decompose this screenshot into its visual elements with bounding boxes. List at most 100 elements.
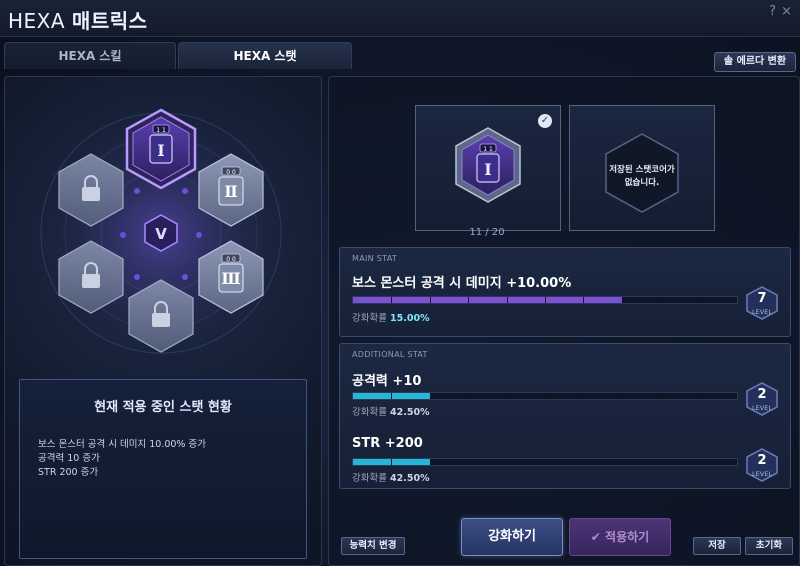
rate-value: 42.50% [390,407,430,418]
bar-segment-divider [545,459,546,465]
enhance-button[interactable]: 강화하기 [461,518,563,556]
current-stat-status-box: 현재 적용 중인 스탯 현황 보스 몬스터 공격 시 데미지 10.00% 증가… [19,379,307,559]
additional-stat-name: STR +200 [352,436,423,451]
main-stat-progress-bar [352,296,738,304]
sol-erda-convert-button[interactable]: 솔 에르다 변환 [714,52,796,72]
bar-segment-divider [583,459,585,465]
saved-empty-text: 저장된 스탯코어가 [609,164,675,175]
rate-label: 강화확률 [352,313,387,324]
main-stat-name: 보스 몬스터 공격 시 데미지 +10.00% [352,276,572,291]
bar-segment-divider [545,297,546,303]
level-number: 2 [757,387,767,402]
bar-segment-divider [698,297,700,303]
stat-value: +200 [384,436,423,451]
bar-segment-divider [391,297,393,303]
bar-segment-divider [583,297,585,303]
status-line: 보스 몬스터 공격 시 데미지 10.00% 증가 [38,439,206,450]
v-icon: V [155,225,167,243]
status-title: 현재 적용 중인 스탯 현황 [94,400,232,415]
bar-segment-divider [660,297,662,303]
bar-segment-divider [698,459,700,465]
current-core-slot[interactable]: ✓ 1 1 Ⅰ [415,105,561,231]
level-label: LEVEL [752,470,772,478]
main-stat-label: MAIN STAT [352,254,398,263]
rate-label: 강화확률 [352,473,387,484]
help-icon[interactable]: ? [769,4,776,19]
bar-segment-divider [391,459,393,465]
saved-empty-text: 없습니다. [625,177,660,188]
tab-hexa-stat[interactable]: HEXA 스탯 [178,42,352,69]
main-stat-level-badge: 7 LEVEL [744,286,780,320]
core-level-tag: 0 0 [226,256,236,263]
core-count: 11 / 20 [469,227,505,238]
window-title: HEXA 매트릭스 [8,5,148,34]
core-level-tag: 1 1 [156,127,166,134]
additional-stat-label: ADDITIONAL STAT [352,350,428,359]
slot-level-tag: 1 1 [483,146,493,153]
bar-segment-divider [506,459,508,465]
additional-stat-name: 공격력 +10 [352,370,421,389]
main-stat-box: MAIN STAT 보스 몬스터 공격 시 데미지 +10.00% 강화확률 1… [339,247,791,337]
ability-change-button[interactable]: 능력치 변경 [341,537,405,555]
level-number: 7 [757,291,767,306]
additional-stat-progress-bar [352,458,738,466]
reset-button[interactable]: 초기화 [745,537,793,555]
apply-button[interactable]: ✔ 적용하기 [569,518,671,556]
rate-label: 강화확률 [352,407,387,418]
bar-segment-divider [468,297,470,303]
rate-value: 42.50% [390,473,430,484]
core-numeral: Ⅱ [224,182,237,201]
core-level-tag: 0 0 [226,169,236,176]
bar-segment-divider [698,393,700,399]
bar-segment-divider [621,393,623,399]
hex-grid-panel: V 1 1 Ⅰ 0 0 Ⅱ 0 0 Ⅲ 현재 적용 중인 스탯 현황 보스 몬스… [4,76,322,566]
save-button[interactable]: 저장 [693,537,741,555]
bar-segment-divider [506,393,508,399]
bar-segment-divider [506,297,508,303]
status-line: STR 200 증가 [38,467,99,478]
apply-label: 적용하기 [605,530,650,544]
rate-value: 15.00% [390,313,430,324]
bar-segment-divider [621,459,623,465]
stat-detail-panel: ✓ 1 1 Ⅰ 저장된 스탯코어가 없습니다. 11 / 20 MAIN STA… [328,76,800,566]
title-prefix: HEXA [8,9,66,33]
slot-numeral: Ⅰ [484,160,491,179]
stat-name: 공격력 [352,374,388,389]
bar-segment-divider [468,393,470,399]
stat-value: +10 [392,374,422,389]
close-icon[interactable]: × [781,4,792,19]
core-numeral: Ⅲ [221,269,240,288]
additional-stat-level-badge: 2 LEVEL [744,448,780,482]
bar-segment-divider [429,297,431,303]
title-main: 매트릭스 [71,9,148,33]
bar-segment-divider [391,393,393,399]
status-line: 공격력 10 증가 [38,453,100,464]
bar-segment-divider [468,459,470,465]
core-numeral: Ⅰ [157,141,164,160]
stat-name: STR [352,436,381,451]
bar-segment-divider [429,393,431,399]
bar-segment-divider [545,393,546,399]
additional-stat-box: ADDITIONAL STAT 공격력 +10 강화확률 42.50% 2 LE… [339,343,791,489]
saved-core-slot[interactable]: 저장된 스탯코어가 없습니다. [569,105,715,231]
additional-stat-level-badge: 2 LEVEL [744,382,780,416]
bar-segment-divider [660,459,662,465]
hexa-matrix-window: HEXA 매트릭스 ? × HEXA 스킬 HEXA 스탯 솔 에르다 변환 V… [0,0,800,566]
additional-stat-rate: 강화확률 42.50% [352,470,430,484]
progress-fill [353,297,622,303]
bar-segment-divider [660,393,662,399]
bar-segment-divider [621,297,623,303]
bar-segment-divider [583,393,585,399]
tab-hexa-skill[interactable]: HEXA 스킬 [4,42,176,69]
saved-core-empty-hex: 저장된 스탯코어가 없습니다. [605,133,679,213]
main-stat-rate: 강화확률 15.00% [352,310,430,324]
level-label: LEVEL [752,404,772,412]
check-circle-icon: ✔ [590,530,601,544]
additional-stat-progress-bar [352,392,738,400]
hex-grid: V 1 1 Ⅰ 0 0 Ⅱ 0 0 Ⅲ [31,103,291,363]
current-core-hex: 1 1 Ⅰ [455,127,521,203]
bar-segment-divider [429,459,431,465]
title-bar: HEXA 매트릭스 ? × [0,0,800,37]
level-label: LEVEL [752,308,772,316]
additional-stat-rate: 강화확률 42.50% [352,404,430,418]
